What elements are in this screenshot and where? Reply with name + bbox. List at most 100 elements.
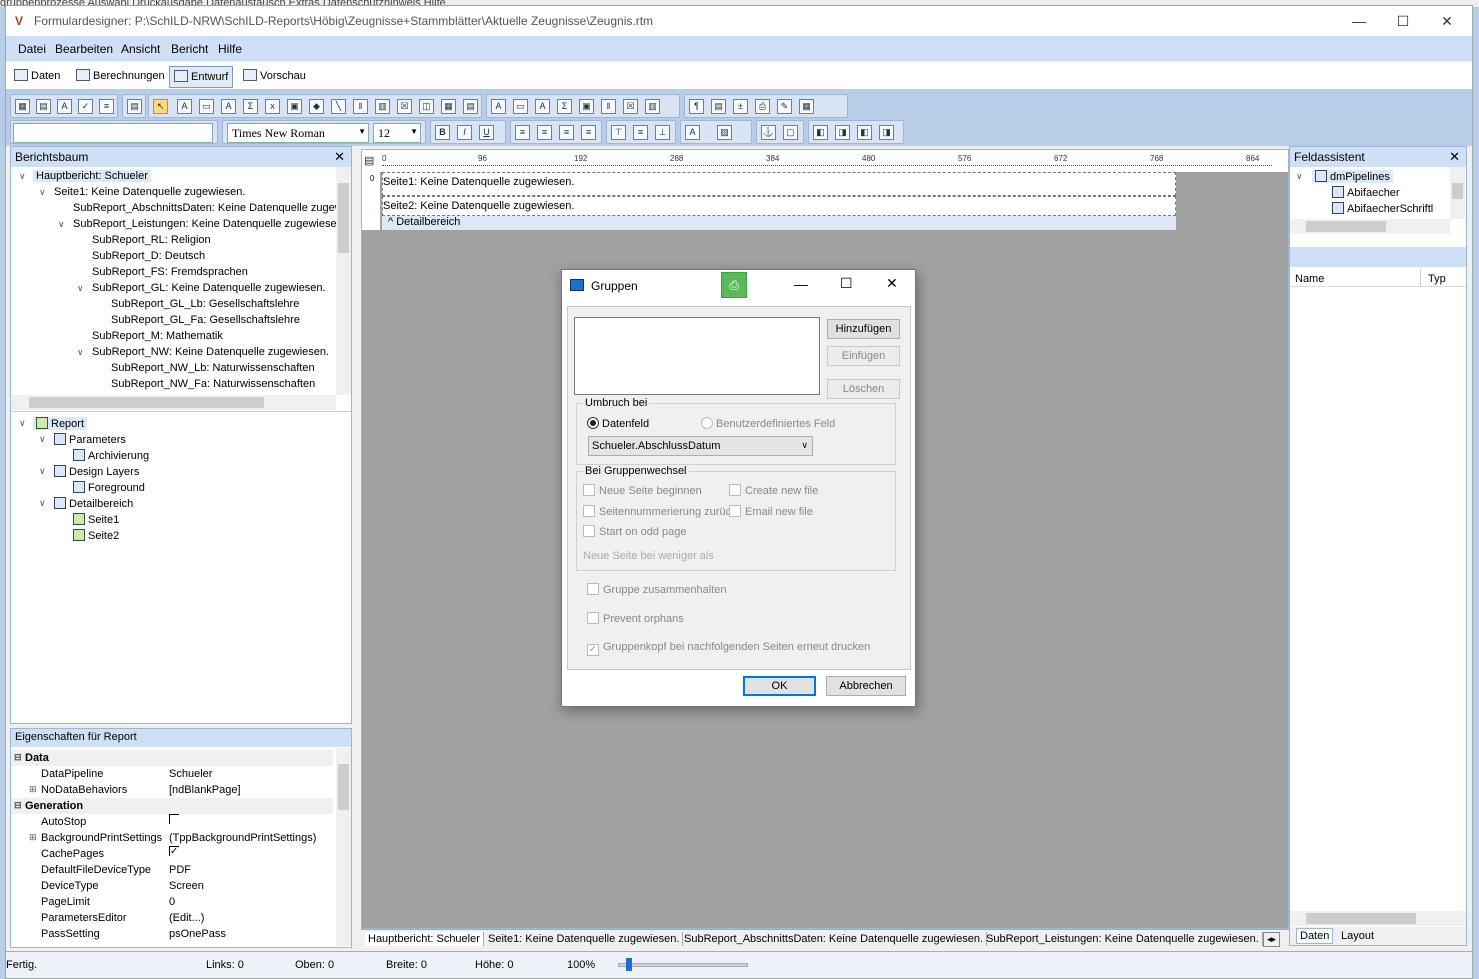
groups-list[interactable] <box>574 317 820 395</box>
chevron-down-icon[interactable]: ∨ <box>39 498 46 509</box>
chart-icon[interactable]: ▥ <box>375 99 390 114</box>
tree-item-fs[interactable]: SubReport_FS: Fremdsprachen <box>92 266 248 278</box>
pipeline-root[interactable]: dmPipelines <box>1312 170 1393 183</box>
region-icon[interactable]: ◫ <box>419 99 434 114</box>
chevron-down-icon[interactable]: ∨ <box>39 187 46 198</box>
dbcheckbox-icon[interactable]: ☒ <box>623 99 638 114</box>
radio-custom-field[interactable]: Benutzerdefiniertes Feld <box>701 417 835 430</box>
object-item-parameters[interactable]: Parameters <box>54 433 126 446</box>
category-data[interactable]: ⊟ Data <box>11 750 333 766</box>
menu-bearbeiten[interactable]: Bearbeiten <box>55 42 113 56</box>
tree-item-d[interactable]: SubReport_D: Deutsch <box>92 250 205 262</box>
subreport-tab-abschnittsdaten[interactable]: SubReport_AbschnittsDaten: Keine Datenqu… <box>681 932 988 946</box>
align-right-icon[interactable]: ≡ <box>559 125 574 140</box>
chevron-down-icon[interactable]: ∨ <box>77 347 84 358</box>
object-item-foreground[interactable]: Foreground <box>73 481 145 494</box>
cb-keep-together[interactable]: Gruppe zusammenhalten <box>587 583 727 596</box>
zoom-slider-thumb[interactable] <box>626 958 632 971</box>
cancel-button[interactable]: Abbrechen <box>826 676 906 696</box>
tree-item-m[interactable]: SubReport_M: Mathematik <box>92 330 223 342</box>
add-group-button[interactable]: Hinzufügen <box>827 319 900 339</box>
tree-item-nw-lb[interactable]: SubReport_NW_Lb: Naturwissenschaften <box>111 362 315 374</box>
anchor-icon[interactable]: ⚓ <box>761 125 776 140</box>
tree-item-nw[interactable]: SubReport_NW: Keine Datenquelle zugewies… <box>92 346 329 358</box>
tab-field-daten[interactable]: Daten <box>1296 928 1334 944</box>
component-edit-field[interactable] <box>13 123 213 143</box>
radio-datafield[interactable]: Datenfeld <box>587 417 649 430</box>
close-icon[interactable]: ✕ <box>334 149 345 165</box>
menu-hilfe[interactable]: Hilfe <box>218 42 242 56</box>
chevron-down-icon[interactable]: ∨ <box>39 466 46 477</box>
chevron-down-icon[interactable]: ∨ <box>58 219 65 230</box>
chevron-down-icon[interactable]: ∨ <box>19 171 26 182</box>
align-top-icon[interactable]: ⊤ <box>611 125 626 140</box>
field-splitter[interactable] <box>1290 247 1466 267</box>
line-icon[interactable]: ╲ <box>331 99 346 114</box>
property-value[interactable]: [ndBlankPage] <box>169 784 241 796</box>
calc-icon[interactable]: ± <box>733 99 748 114</box>
pipeline-vscroll[interactable] <box>1450 167 1465 219</box>
italic-icon[interactable]: I <box>457 125 472 140</box>
object-item-report[interactable]: Report <box>33 417 88 430</box>
dialog-print-icon[interactable]: ⎙ <box>721 272 747 298</box>
dialog-maximize-button[interactable]: ☐ <box>840 275 853 292</box>
zoom-slider[interactable] <box>618 963 748 967</box>
ok-button[interactable]: OK <box>743 676 816 696</box>
pipeline-item[interactable]: AbifaecherSchriftl <box>1332 202 1433 215</box>
maximize-button[interactable]: ☐ <box>1380 6 1426 36</box>
pipeline-hscroll[interactable] <box>1290 219 1450 234</box>
property-value[interactable]: psOnePass <box>169 928 226 940</box>
object-item-archivierung[interactable]: Archivierung <box>73 449 149 462</box>
tree-item-abschnittsdaten[interactable]: SubReport_AbschnittsDaten: Keine Datenqu… <box>73 202 343 214</box>
collapse-icon[interactable]: ⊟ <box>14 752 22 763</box>
cb-prevent-orphans[interactable]: Prevent orphans <box>587 612 684 625</box>
richtext-icon[interactable]: A <box>221 99 236 114</box>
tab-vorschau[interactable]: Vorschau <box>239 66 310 88</box>
property-row[interactable]: ⊞ NoDataBehaviors [ndBlankPage] <box>11 782 333 798</box>
tab-berechnungen[interactable]: Berechnungen <box>72 66 169 88</box>
tab-daten[interactable]: Daten <box>10 66 64 88</box>
property-value[interactable]: 0 <box>169 896 175 908</box>
property-value[interactable]: Screen <box>169 880 204 892</box>
close-icon[interactable]: ✕ <box>1449 149 1460 165</box>
border-icon[interactable]: ▢ <box>783 125 798 140</box>
cb-odd-page[interactable]: Start on odd page <box>583 525 686 538</box>
subreport-tab-leistungen[interactable]: SubReport_Leistungen: Keine Datenquelle … <box>983 932 1263 946</box>
label-icon[interactable]: A <box>177 99 192 114</box>
menu-ansicht[interactable]: Ansicht <box>121 42 160 56</box>
justify-icon[interactable]: ≡ <box>581 125 596 140</box>
cb-new-page[interactable]: Neue Seite beginnen <box>583 484 702 497</box>
tree-item-gl-lb[interactable]: SubReport_GL_Lb: Gesellschaftslehre <box>111 298 299 310</box>
dialog-close-button[interactable]: ✕ <box>886 275 898 292</box>
properties-vscroll[interactable] <box>336 748 351 946</box>
cb-reprint-header[interactable]: ✓ Gruppenkopf bei nachfolgenden Seiten er… <box>587 641 870 656</box>
dbtext-icon[interactable]: A <box>491 99 506 114</box>
property-row[interactable]: AutoStop <box>11 814 333 830</box>
property-row[interactable]: ParametersEditor (Edit...) <box>11 910 333 926</box>
close-button[interactable]: ✕ <box>1424 6 1470 36</box>
scroll-thumb[interactable] <box>338 183 349 253</box>
tree-item-hauptbericht[interactable]: Hauptbericht: Schueler <box>33 170 151 182</box>
grid-icon[interactable]: ▦ <box>15 99 30 114</box>
shape-icon[interactable]: ◆ <box>309 99 324 114</box>
object-item-seite2[interactable]: Seite2 <box>73 529 119 542</box>
dbbarcode-icon[interactable]: ‖ <box>601 99 616 114</box>
property-value[interactable]: (Edit...) <box>169 912 204 924</box>
tool-icon[interactable]: ✎ <box>777 99 792 114</box>
crosstab-grid-icon[interactable]: ▦ <box>799 99 814 114</box>
dbcalc-icon[interactable]: Σ <box>557 99 572 114</box>
scroll-thumb[interactable] <box>1452 183 1463 199</box>
tree-item-gl-fa[interactable]: SubReport_GL_Fa: Gesellschaftslehre <box>111 314 300 326</box>
tab-field-layout[interactable]: Layout <box>1338 929 1377 943</box>
collapse-icon[interactable]: ⊟ <box>14 800 22 811</box>
property-row[interactable]: PageLimit 0 <box>11 894 333 910</box>
page-icon[interactable]: ▤ <box>127 99 142 114</box>
autostop-checkbox[interactable] <box>169 814 179 824</box>
field-list-hscroll[interactable] <box>1290 911 1466 926</box>
image-icon[interactable]: ▣ <box>287 99 302 114</box>
underline-icon[interactable]: U <box>479 125 494 140</box>
chevron-down-icon[interactable]: ∨ <box>19 418 26 429</box>
object-item-design-layers[interactable]: Design Layers <box>54 465 139 478</box>
category-generation[interactable]: ⊟ Generation <box>11 798 333 814</box>
expand-icon[interactable]: ⊞ <box>29 784 37 795</box>
